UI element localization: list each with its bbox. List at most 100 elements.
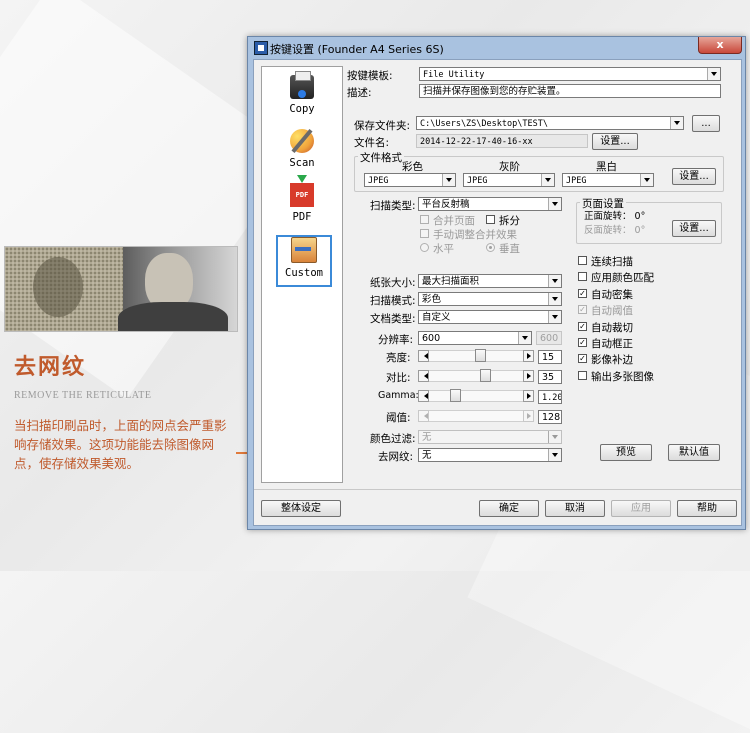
filename-settings-button[interactable]: 设置... — [592, 133, 638, 150]
title-bar[interactable]: 按键设置 (Founder A4 Series 6S) x — [248, 37, 745, 59]
option-checkbox[interactable]: ✓ — [578, 354, 587, 364]
page-settings-button[interactable]: 设置... — [672, 220, 716, 237]
horizontal-radio[interactable] — [420, 243, 429, 252]
ok-button[interactable]: 确定 — [479, 500, 539, 517]
option-checkbox[interactable] — [578, 370, 587, 380]
global-settings-button[interactable]: 整体设定 — [261, 500, 341, 517]
vertical-radio[interactable] — [486, 243, 495, 252]
option-label: 连续扫描 — [591, 256, 633, 268]
option-checkbox[interactable]: ✓ — [578, 288, 587, 298]
chevron-down-icon — [707, 68, 720, 80]
chevron-down-icon — [518, 332, 531, 344]
option-label: 应用颜色匹配 — [591, 272, 654, 285]
filename-field[interactable]: 2014-12-22-17-40-16-xx — [416, 134, 588, 148]
color-filter-select[interactable]: 无 — [418, 430, 562, 444]
scan-mode-label: 扫描模式: — [370, 295, 416, 307]
gamma-slider[interactable] — [418, 389, 534, 403]
scan-type-select[interactable]: 平台反射稿 — [418, 197, 562, 211]
front-rotate-label: 正面旋转： 0° — [584, 211, 646, 222]
option-checkbox[interactable]: ✓ — [578, 305, 587, 315]
slider-right-arrow-icon[interactable] — [523, 390, 534, 402]
slider-left-arrow-icon[interactable] — [418, 390, 429, 402]
option-label: 自动密集 — [591, 288, 633, 301]
format-bw-select[interactable]: JPEG — [562, 173, 654, 187]
preview-button[interactable]: 预览 — [600, 444, 652, 461]
chevron-down-icon — [548, 275, 561, 287]
threshold-slider[interactable] — [418, 410, 534, 423]
slider-thumb[interactable] — [449, 389, 461, 402]
option-checkbox[interactable]: ✓ — [578, 338, 587, 347]
chevron-down-icon — [541, 174, 554, 186]
divider — [254, 489, 741, 490]
contrast-value[interactable]: 35 — [538, 370, 562, 384]
default-button[interactable]: 默认值 — [668, 444, 720, 461]
help-button[interactable]: 帮助 — [677, 500, 737, 517]
nav-item-copy[interactable]: Copy — [276, 71, 328, 123]
cancel-button[interactable]: 取消 — [545, 500, 605, 517]
descreen-select[interactable]: 无 — [418, 448, 562, 462]
slider-left-arrow-icon[interactable] — [418, 350, 429, 362]
slider-right-arrow-icon[interactable] — [523, 410, 534, 422]
template-select[interactable]: File Utility — [419, 67, 721, 81]
slider-left-arrow-icon[interactable] — [418, 410, 429, 422]
color-filter-label: 颜色过滤: — [370, 433, 416, 445]
dialog-client: Copy Scan PDF PDF Custom 按键模板: File Util… — [253, 59, 742, 526]
chevron-down-icon — [548, 311, 561, 323]
window-title: 按键设置 (Founder A4 Series 6S) — [270, 43, 444, 56]
format-gray-select[interactable]: JPEG — [463, 173, 555, 187]
brightness-value[interactable]: 15 — [538, 350, 562, 364]
apply-button[interactable]: 应用 — [611, 500, 671, 517]
slider-thumb[interactable] — [474, 349, 486, 362]
nav-item-pdf[interactable]: PDF PDF — [276, 175, 328, 231]
chevron-down-icon — [548, 198, 561, 210]
brightness-slider[interactable] — [418, 349, 534, 363]
option-checkbox[interactable] — [578, 272, 587, 282]
horizontal-label: 水平 — [433, 243, 454, 255]
option-checkbox[interactable] — [578, 256, 587, 265]
save-folder-select[interactable]: C:\Users\ZS\Desktop\TEST\ — [416, 116, 684, 130]
contrast-slider[interactable] — [418, 369, 534, 383]
format-color-select[interactable]: JPEG — [364, 173, 456, 187]
vertical-label: 垂直 — [499, 243, 520, 255]
printer-icon — [290, 71, 314, 99]
resolution-label: 分辨率: — [378, 334, 414, 346]
format-bw-label: 黑白 — [596, 161, 617, 173]
nav-label: Custom — [285, 267, 323, 279]
resolution-select[interactable]: 600 — [418, 331, 532, 345]
paper-size-select[interactable]: 最大扫描面积 — [418, 274, 562, 288]
doc-type-label: 文档类型: — [370, 313, 416, 325]
format-color-label: 彩色 — [402, 161, 423, 173]
split-label: 拆分 — [499, 215, 520, 227]
merge-pages-checkbox[interactable] — [420, 215, 429, 224]
option-checkbox[interactable]: ✓ — [578, 321, 587, 331]
description-field[interactable]: 扫描并保存图像到您的存贮装置。 — [419, 84, 721, 98]
option-label: 自动框正 — [591, 338, 633, 350]
threshold-value[interactable]: 128 — [538, 410, 562, 424]
photo-clean-half — [118, 247, 237, 331]
doc-type-select[interactable]: 自定义 — [418, 310, 562, 324]
nav-item-scan[interactable]: Scan — [276, 129, 328, 177]
split-checkbox[interactable] — [486, 215, 495, 224]
filename-label: 文件名: — [354, 137, 390, 149]
gamma-value[interactable]: 1.20 — [538, 390, 562, 404]
nav-item-custom[interactable]: Custom — [276, 235, 332, 287]
app-icon — [254, 41, 268, 55]
slider-right-arrow-icon[interactable] — [523, 370, 534, 382]
browse-button[interactable]: ... — [692, 115, 720, 132]
scan-type-label: 扫描类型: — [370, 200, 416, 212]
scan-mode-select[interactable]: 彩色 — [418, 292, 562, 306]
slider-right-arrow-icon[interactable] — [523, 350, 534, 362]
manual-merge-label: 手动调整合并效果 — [433, 229, 517, 241]
template-label: 按键模板: — [347, 70, 393, 82]
format-settings-button[interactable]: 设置... — [672, 168, 716, 185]
format-gray-label: 灰阶 — [499, 161, 520, 173]
slider-thumb[interactable] — [480, 369, 492, 382]
manual-merge-checkbox[interactable] — [420, 229, 429, 238]
resolution-custom-field[interactable]: 600 — [536, 331, 562, 345]
scanner-palette-icon — [290, 129, 314, 153]
back-rotate-label: 反面旋转： 0° — [584, 225, 646, 236]
slider-left-arrow-icon[interactable] — [418, 370, 429, 382]
paper-size-label: 纸张大小: — [370, 277, 416, 289]
photo-halftone-half — [5, 247, 123, 331]
close-button[interactable]: x — [698, 37, 742, 54]
